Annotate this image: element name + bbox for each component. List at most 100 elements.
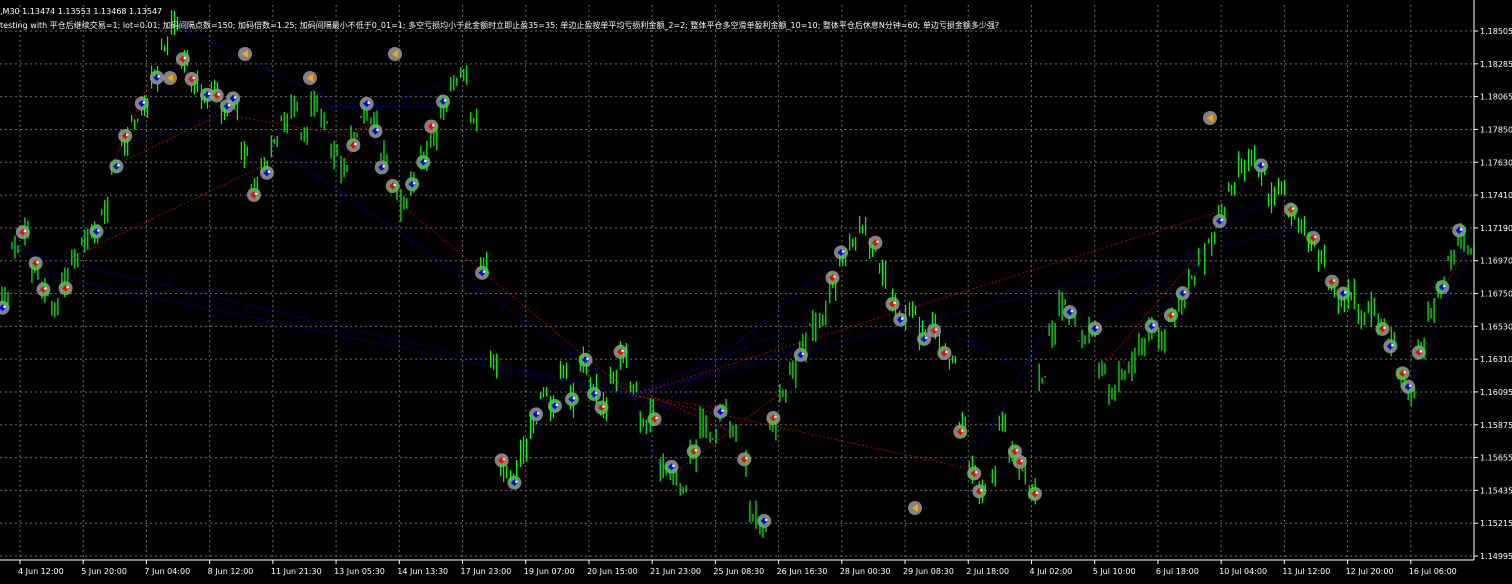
- y-tick-label: 1.17410: [1480, 191, 1512, 200]
- order-marker-dot: [142, 101, 146, 104]
- x-tick-label: 14 Jun 13:30: [397, 567, 448, 576]
- order-marker-dot: [515, 480, 518, 483]
- order-marker-dot: [602, 405, 605, 408]
- order-marker-dot: [424, 159, 427, 163]
- order-marker-dot: [412, 181, 416, 185]
- order-marker-dot: [655, 416, 658, 420]
- order-marker-dot: [694, 449, 698, 452]
- order-marker-dot: [1442, 284, 1446, 288]
- order-marker-dot: [1070, 309, 1074, 313]
- x-tick-label: 11 Jul 12:00: [1282, 567, 1330, 576]
- order-marker-dot: [621, 349, 624, 353]
- order-marker-dot: [367, 101, 370, 105]
- order-marker-dot: [393, 183, 397, 187]
- y-tick-label: 1.15655: [1480, 454, 1512, 463]
- order-marker-dot: [1015, 449, 1019, 452]
- order-marker-dot: [1459, 228, 1463, 231]
- x-tick-label: 17 Jun 23:00: [461, 567, 512, 576]
- x-tick-label: 5 Jun 20:00: [81, 567, 127, 576]
- x-tick-label: 6 Jul 18:00: [1156, 567, 1199, 576]
- y-tick-label: 1.15875: [1480, 421, 1512, 430]
- order-marker-dot: [901, 317, 904, 320]
- symbol-ohlc-label: ,M30 1.13474 1.13553 1.13468 1.13547: [0, 7, 163, 16]
- y-tick-label: 1.14995: [1480, 552, 1512, 561]
- x-tick-label: 20 Jun 15:00: [587, 567, 638, 576]
- x-tick-label: 16 Jul 06:00: [1409, 567, 1457, 576]
- order-marker-dot: [217, 93, 221, 96]
- order-marker-dot: [594, 391, 598, 395]
- order-marker-dot: [117, 164, 120, 167]
- order-marker-dot: [745, 457, 748, 460]
- order-marker-dot: [774, 415, 777, 419]
- x-tick-label: 8 Jun 12:00: [208, 567, 254, 576]
- order-marker-dot: [432, 124, 435, 127]
- order-marker-dot: [1220, 218, 1223, 222]
- order-marker-dot: [974, 471, 978, 474]
- order-marker-dot: [1035, 491, 1039, 495]
- order-marker-dot: [3, 305, 6, 309]
- order-marker-dot: [502, 458, 506, 461]
- order-marker-dot: [157, 75, 161, 78]
- order-marker-dot: [1403, 371, 1406, 374]
- order-marker-dot: [1291, 207, 1295, 210]
- order-marker-dot: [1020, 459, 1024, 463]
- x-tick-label: 7 Jun 04:00: [144, 567, 190, 576]
- order-marker-dot: [1261, 163, 1265, 166]
- order-marker-dot: [44, 287, 47, 290]
- order-marker-dot: [354, 142, 357, 146]
- order-marker-dot: [1408, 384, 1412, 388]
- x-tick-label: 5 Jul 10:00: [1093, 567, 1136, 576]
- order-marker-dot: [254, 192, 258, 196]
- x-tick-label: 28 Jun 00:30: [840, 567, 891, 576]
- x-tick-label: 4 Jul 02:00: [1029, 567, 1072, 576]
- x-tick-label: 13 Jun 05:30: [334, 567, 385, 576]
- order-marker-dot: [1332, 279, 1336, 283]
- order-marker-dot: [980, 489, 983, 492]
- ea-parameters-label: testing with 平仓后继续交易=1; lot=0.01; 加码间隔点数…: [0, 21, 1000, 30]
- order-marker-dot: [1152, 323, 1155, 327]
- order-marker-dot: [1391, 343, 1394, 347]
- chart-background: [0, 0, 1512, 584]
- y-tick-label: 1.15435: [1480, 486, 1512, 495]
- order-marker-dot: [267, 170, 271, 174]
- order-marker-dot: [382, 165, 386, 168]
- order-marker-dot: [66, 285, 69, 289]
- order-marker-dot: [97, 229, 100, 232]
- chart-canvas[interactable]: 1.18505 1.18285 1.18065 1.17850 1.17630 1.174…: [0, 0, 1512, 584]
- order-marker-dot: [376, 128, 379, 132]
- order-marker-dot: [960, 429, 964, 433]
- order-marker-dot: [125, 133, 129, 137]
- order-marker-dot: [764, 518, 768, 522]
- order-marker-dot: [555, 403, 559, 407]
- order-marker-dot: [1344, 291, 1347, 294]
- y-tick-label: 1.16970: [1480, 257, 1512, 266]
- x-tick-label: 2 Jul 18:00: [966, 567, 1009, 576]
- order-marker-dot: [207, 92, 211, 96]
- y-tick-label: 1.18505: [1480, 27, 1512, 36]
- order-marker-dot: [1313, 235, 1317, 239]
- x-tick-label: 4 Jun 12:00: [18, 567, 64, 576]
- order-marker-dot: [443, 99, 447, 102]
- order-marker-dot: [233, 96, 237, 99]
- order-marker-dot: [536, 412, 540, 415]
- x-tick-label: 19 Jun 07:00: [524, 567, 575, 576]
- y-tick-label: 1.16095: [1480, 388, 1512, 397]
- order-marker-dot: [893, 301, 896, 305]
- x-tick-label: 25 Jun 08:30: [713, 567, 764, 576]
- order-marker-dot: [227, 103, 231, 107]
- y-tick-label: 1.15215: [1480, 519, 1512, 528]
- order-marker-dot: [1171, 312, 1175, 316]
- trading-chart[interactable]: 1.18505 1.18285 1.18065 1.17850 1.17630 1.174…: [0, 0, 1512, 584]
- y-tick-label: 1.16530: [1480, 322, 1512, 331]
- order-marker-dot: [1183, 290, 1187, 294]
- order-marker-dot: [672, 464, 675, 468]
- order-marker-dot: [482, 270, 486, 274]
- y-tick-label: 1.16310: [1480, 355, 1512, 364]
- order-marker-dot: [586, 357, 589, 361]
- y-tick-label: 1.17850: [1480, 125, 1512, 134]
- order-marker-dot: [945, 350, 948, 354]
- y-tick-label: 1.18285: [1480, 60, 1512, 69]
- order-marker-dot: [1383, 326, 1386, 330]
- x-tick-label: 12 Jul 20:00: [1346, 567, 1394, 576]
- x-tick-label: 11 Jun 21:30: [271, 567, 322, 576]
